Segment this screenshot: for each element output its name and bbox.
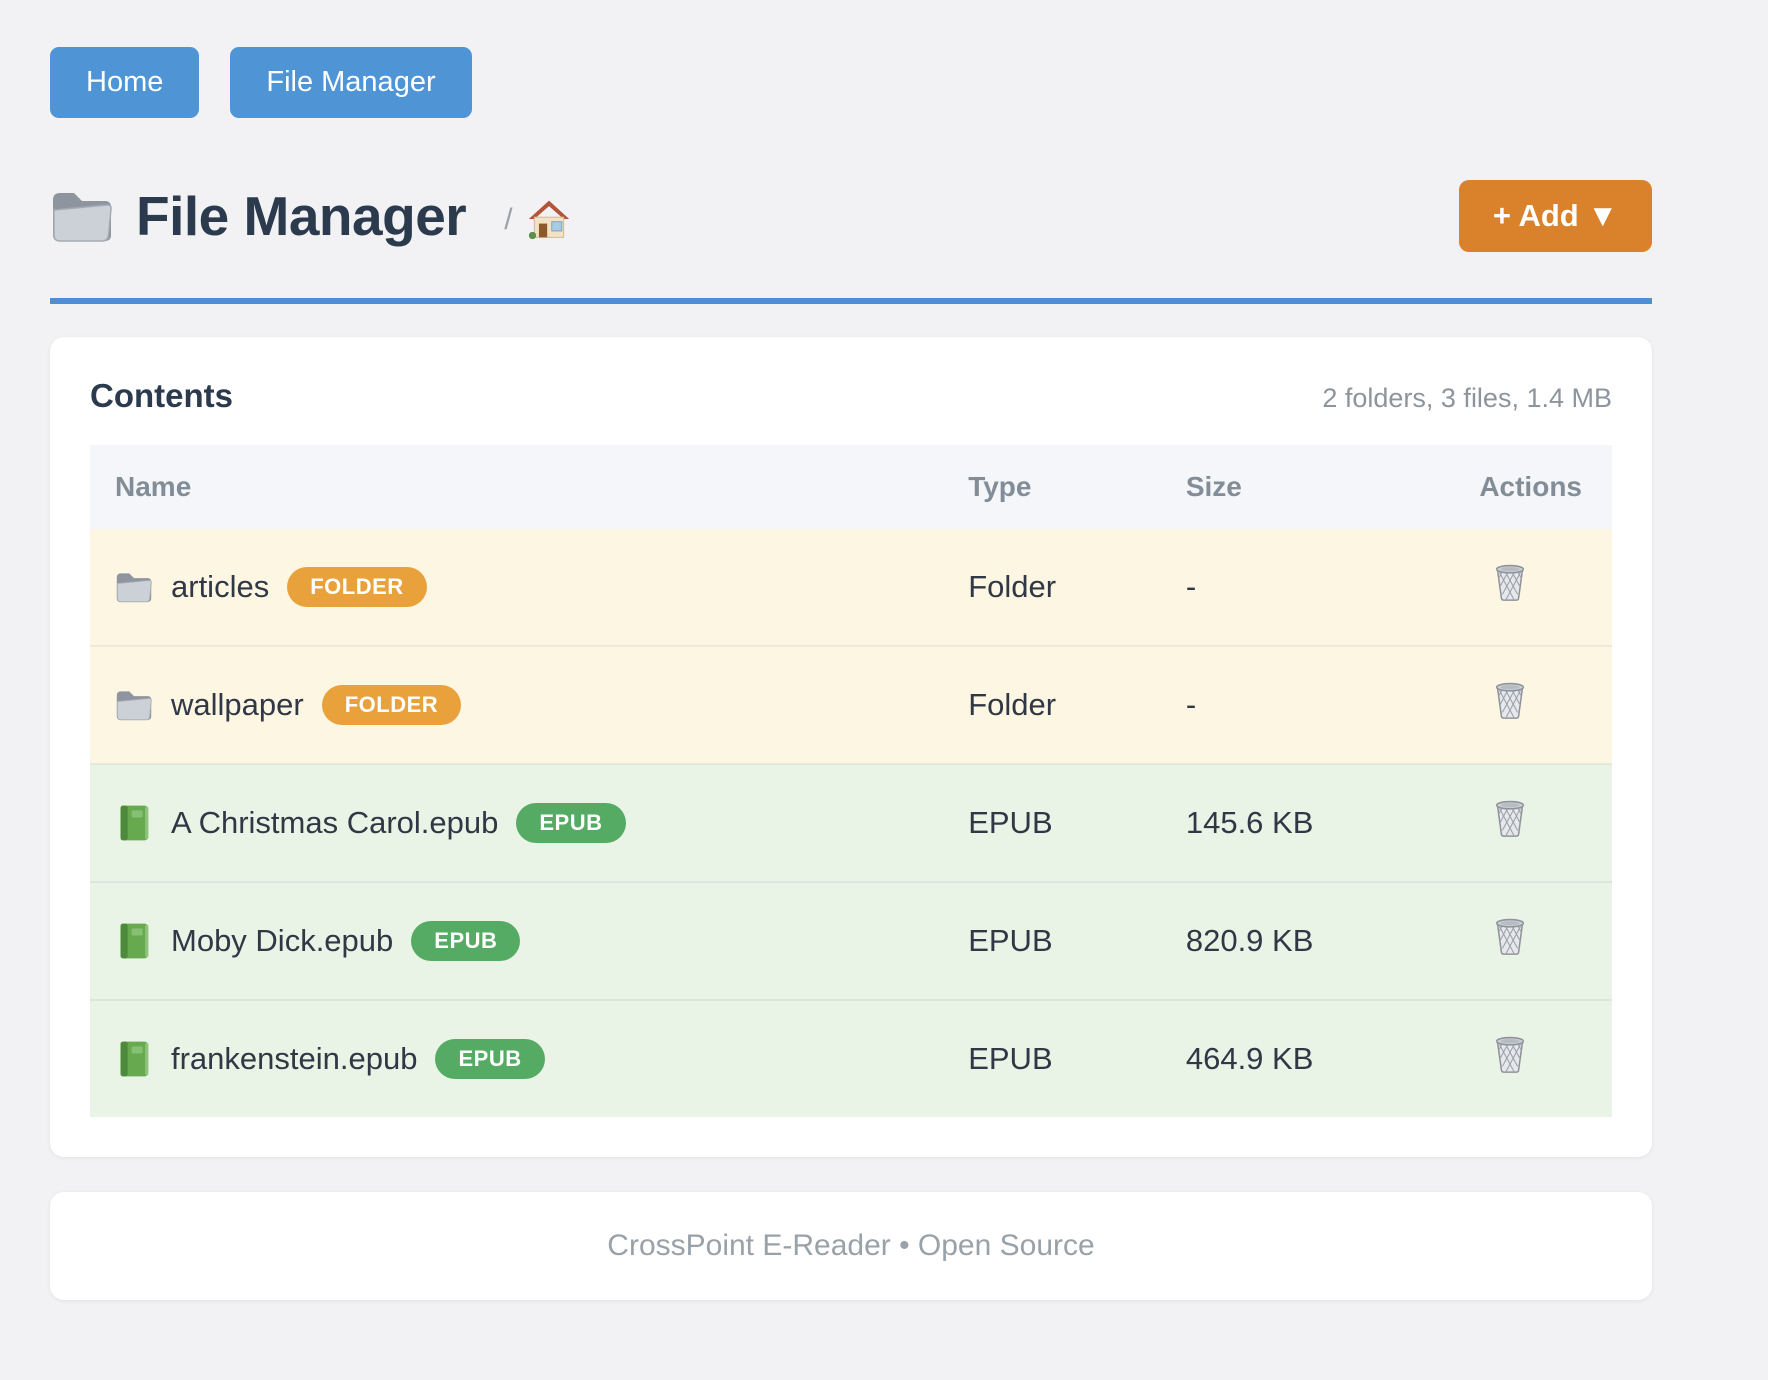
green-book-icon xyxy=(115,804,153,842)
file-name[interactable]: articles xyxy=(171,569,269,605)
house-icon[interactable] xyxy=(527,197,571,241)
trash-icon xyxy=(1492,945,1528,960)
file-type: Folder xyxy=(968,529,1186,646)
trash-icon xyxy=(1492,827,1528,842)
folder-icon xyxy=(115,686,153,724)
delete-button[interactable] xyxy=(1492,681,1528,721)
contents-card-header: Contents 2 folders, 3 files, 1.4 MB xyxy=(90,377,1612,415)
folder-icon xyxy=(115,568,153,606)
folder-icon xyxy=(50,188,114,244)
type-badge: EPUB xyxy=(435,1039,544,1079)
top-nav: Home File Manager xyxy=(50,47,1652,118)
delete-button[interactable] xyxy=(1492,563,1528,603)
delete-button[interactable] xyxy=(1492,1035,1528,1075)
file-size: 145.6 KB xyxy=(1186,764,1469,882)
green-book-icon xyxy=(115,1040,153,1078)
delete-button[interactable] xyxy=(1492,799,1528,839)
trash-icon xyxy=(1492,709,1528,724)
column-header-name: Name xyxy=(90,445,968,529)
column-header-type: Type xyxy=(968,445,1186,529)
breadcrumb-separator: / xyxy=(504,203,512,237)
type-badge: FOLDER xyxy=(322,685,461,725)
delete-button[interactable] xyxy=(1492,917,1528,957)
green-book-icon xyxy=(115,922,153,960)
type-badge: FOLDER xyxy=(287,567,426,607)
type-badge: EPUB xyxy=(411,921,520,961)
table-row[interactable]: wallpaper FOLDER Folder - xyxy=(90,646,1612,764)
table-row[interactable]: frankenstein.epub EPUB EPUB 464.9 KB xyxy=(90,1000,1612,1117)
contents-summary: 2 folders, 3 files, 1.4 MB xyxy=(1322,383,1612,414)
file-type: Folder xyxy=(968,646,1186,764)
nav-file-manager-button[interactable]: File Manager xyxy=(230,47,471,118)
trash-icon xyxy=(1492,1063,1528,1078)
file-type: EPUB xyxy=(968,764,1186,882)
footer: CrossPoint E-Reader • Open Source xyxy=(50,1192,1652,1300)
footer-text: CrossPoint E-Reader • Open Source xyxy=(607,1229,1094,1262)
trash-icon xyxy=(1492,591,1528,606)
file-name[interactable]: wallpaper xyxy=(171,687,304,723)
nav-home-button[interactable]: Home xyxy=(50,47,199,118)
add-button-label: + Add ▼ xyxy=(1493,198,1618,234)
file-type: EPUB xyxy=(968,1000,1186,1117)
title-divider xyxy=(50,298,1652,304)
title-group: File Manager / xyxy=(50,184,571,248)
file-type: EPUB xyxy=(968,882,1186,1000)
file-size: - xyxy=(1186,529,1469,646)
file-name[interactable]: Moby Dick.epub xyxy=(171,923,393,959)
table-row[interactable]: Moby Dick.epub EPUB EPUB 820.9 KB xyxy=(90,882,1612,1000)
page-header: File Manager / + Add ▼ xyxy=(50,180,1652,252)
file-size: 464.9 KB xyxy=(1186,1000,1469,1117)
file-table: Name Type Size Actions articles FOLDER F… xyxy=(90,445,1612,1117)
page-title: File Manager xyxy=(136,184,466,248)
contents-card: Contents 2 folders, 3 files, 1.4 MB Name… xyxy=(50,337,1652,1157)
file-name[interactable]: frankenstein.epub xyxy=(171,1041,417,1077)
file-size: 820.9 KB xyxy=(1186,882,1469,1000)
type-badge: EPUB xyxy=(516,803,625,843)
file-size: - xyxy=(1186,646,1469,764)
column-header-size: Size xyxy=(1186,445,1469,529)
contents-title: Contents xyxy=(90,377,233,415)
file-name[interactable]: A Christmas Carol.epub xyxy=(171,805,498,841)
column-header-actions: Actions xyxy=(1469,445,1612,529)
table-row[interactable]: A Christmas Carol.epub EPUB EPUB 145.6 K… xyxy=(90,764,1612,882)
page: Home File Manager File Manager / + Add ▼… xyxy=(50,0,1652,1300)
table-row[interactable]: articles FOLDER Folder - xyxy=(90,529,1612,646)
table-header-row: Name Type Size Actions xyxy=(90,445,1612,529)
add-button[interactable]: + Add ▼ xyxy=(1459,180,1652,252)
